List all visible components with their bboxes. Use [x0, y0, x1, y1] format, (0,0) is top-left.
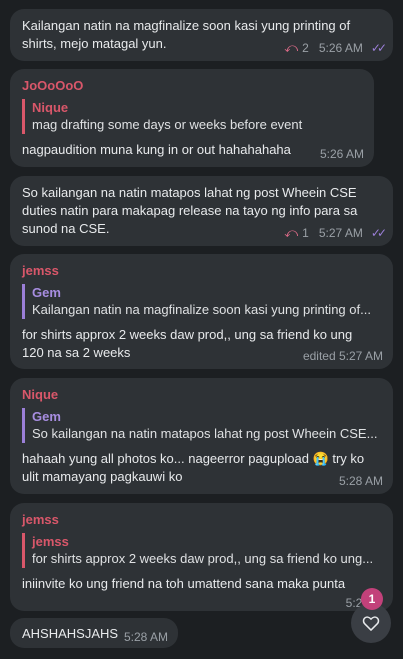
message-bubble[interactable]: Kailangan natin na magfinalize soon kasi… [10, 9, 393, 61]
reply-icon[interactable]: ⤺ [284, 40, 298, 56]
message-time: 5:26 AM [319, 147, 364, 161]
message-time: 5:28 AM [338, 474, 383, 488]
reply-icon[interactable]: ⤺ [284, 225, 298, 241]
quote-name: Nique [32, 100, 69, 115]
reply-count: 2 [302, 41, 309, 55]
message-text-line: ulit mamayang pagkauwi ko [22, 469, 183, 484]
message-meta: edited 5:27 AM [303, 349, 383, 363]
message-text-line: So kailangan na natin matapos lahat ng p… [22, 185, 357, 200]
chat-view: Kailangan natin na magfinalize soon kasi… [0, 0, 403, 659]
read-checks-icon: ✓✓ [370, 226, 387, 240]
quote-name: jemss [32, 534, 69, 549]
message-time: 5:26 AM [318, 41, 363, 55]
message-bubble[interactable]: AHSHAHSJAHS 5:28 AM [10, 618, 178, 648]
reply-count: 1 [302, 226, 309, 240]
message-text-line: hahaah yung all photos ko... nageerror p… [22, 451, 365, 466]
read-checks-icon: ✓✓ [370, 41, 387, 55]
quote-name: Gem [32, 285, 61, 300]
heart-icon [362, 616, 380, 631]
message-time: 5:27 AM [318, 226, 363, 240]
message-bubble[interactable]: Nique Gem So kailangan na natin matapos … [10, 378, 393, 494]
message-bubble[interactable]: jemss Gem Kailangan natin na magfinalize… [10, 254, 393, 369]
message-meta: ⤺ 1 5:27 AM ✓✓ [284, 225, 387, 241]
message-text-line: nagpaudition muna kung in or out hahahah… [22, 142, 291, 157]
quoted-reply[interactable]: Nique mag drafting some days or weeks be… [22, 99, 364, 134]
message-bubble[interactable]: JoOoOoO Nique mag drafting some days or … [10, 69, 374, 167]
message-time: edited 5:27 AM [302, 349, 383, 363]
message-text-line: for shirts approx 2 weeks daw prod,, ung… [22, 327, 353, 342]
message-text-line: iniinvite ko ung friend na toh umattend … [22, 576, 346, 591]
message-bubble[interactable]: jemss jemss for shirts approx 2 weeks da… [10, 503, 393, 611]
reaction-count-badge: 1 [361, 588, 383, 610]
message-meta: ⤺ 2 5:26 AM ✓✓ [284, 40, 387, 56]
message-meta: 5:28 AM [339, 474, 383, 488]
quoted-reply[interactable]: Gem Kailangan natin na magfinalize soon … [22, 284, 383, 319]
message-text-line: sunod na CSE. [22, 221, 110, 236]
message-meta: 5:28 AM [124, 630, 168, 644]
message-meta: 5:26 AM [320, 147, 364, 161]
sender-name[interactable]: Nique [22, 387, 58, 402]
quote-text: for shirts approx 2 weeks daw prod,, ung… [32, 551, 374, 566]
quote-text: mag drafting some days or weeks before e… [32, 117, 303, 132]
sender-name[interactable]: jemss [22, 512, 59, 527]
quoted-reply[interactable]: jemss for shirts approx 2 weeks daw prod… [22, 533, 383, 568]
quoted-reply[interactable]: Gem So kailangan na natin matapos lahat … [22, 408, 383, 443]
message-time: 5:28 AM [123, 630, 168, 644]
message-text-line: 120 na sa 2 weeks [22, 345, 131, 360]
sender-name[interactable]: jemss [22, 263, 59, 278]
message-bubble[interactable]: So kailangan na natin matapos lahat ng p… [10, 176, 393, 246]
message-text-line: AHSHAHSJAHS [22, 626, 119, 641]
quote-text: Kailangan natin na magfinalize soon kasi… [32, 302, 371, 317]
message-text-line: shirts, mejo matagal yun. [22, 36, 167, 51]
quote-name: Gem [32, 409, 61, 424]
message-text-line: Kailangan natin na magfinalize soon kasi… [22, 18, 351, 33]
message-text-line: duties natin para makapag release na tay… [22, 203, 358, 218]
quote-text: So kailangan na natin matapos lahat ng p… [32, 426, 378, 441]
sender-name[interactable]: JoOoOoO [22, 78, 83, 93]
